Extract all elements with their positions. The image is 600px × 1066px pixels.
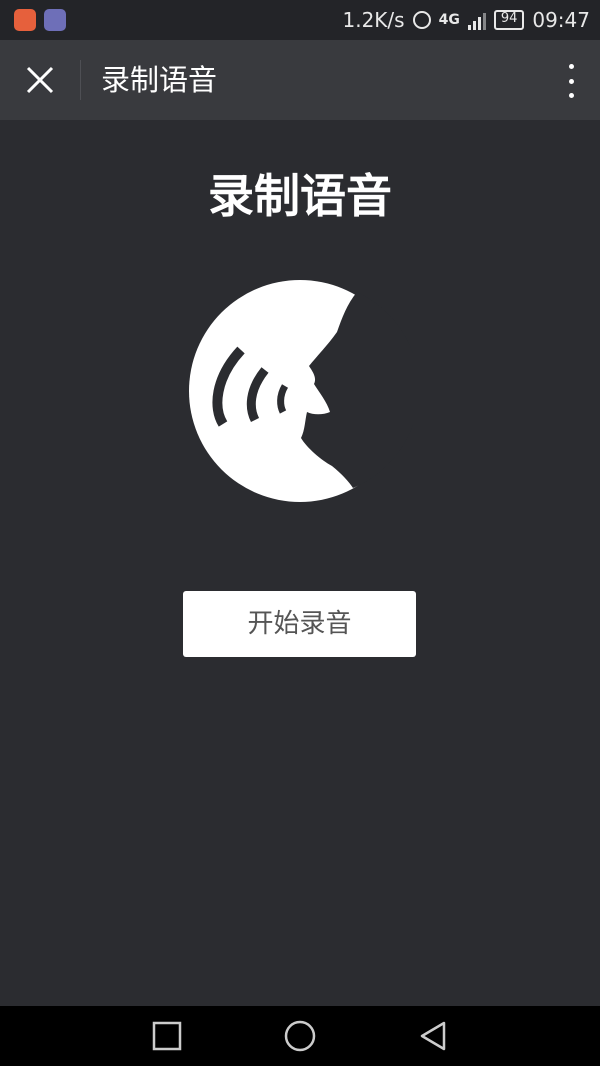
clock: 09:47	[532, 8, 590, 32]
back-icon[interactable]	[418, 1020, 450, 1052]
battery-icon: 94	[493, 10, 525, 30]
more-options-button[interactable]	[566, 64, 576, 98]
screen: 1.2K/s 4G 94 09:47 录制语音 录制语音 开始录音	[0, 0, 600, 1066]
network-type: 4G	[438, 12, 460, 28]
close-button[interactable]	[0, 40, 80, 120]
system-nav-bar	[0, 1006, 600, 1066]
notification-icons	[14, 9, 66, 31]
header-title: 录制语音	[101, 63, 218, 97]
signal-icon	[467, 10, 486, 30]
more-vertical-icon	[568, 64, 574, 69]
gallery-notification-icon	[44, 9, 66, 31]
home-icon[interactable]	[284, 1020, 316, 1052]
alarm-icon	[412, 11, 431, 29]
status-indicators: 1.2K/s 4G 94 09:47	[342, 0, 590, 40]
header-divider	[80, 60, 81, 100]
speaking-head-icon	[189, 280, 413, 502]
app-notification-icon	[14, 9, 36, 31]
status-bar: 1.2K/s 4G 94 09:47	[0, 0, 600, 40]
recent-apps-icon[interactable]	[151, 1020, 183, 1052]
close-icon	[26, 66, 54, 94]
top-app-bar: 录制语音	[0, 40, 600, 120]
network-speed: 1.2K/s	[342, 8, 405, 32]
start-recording-button[interactable]: 开始录音	[183, 591, 416, 657]
page-title: 录制语音	[208, 169, 392, 223]
